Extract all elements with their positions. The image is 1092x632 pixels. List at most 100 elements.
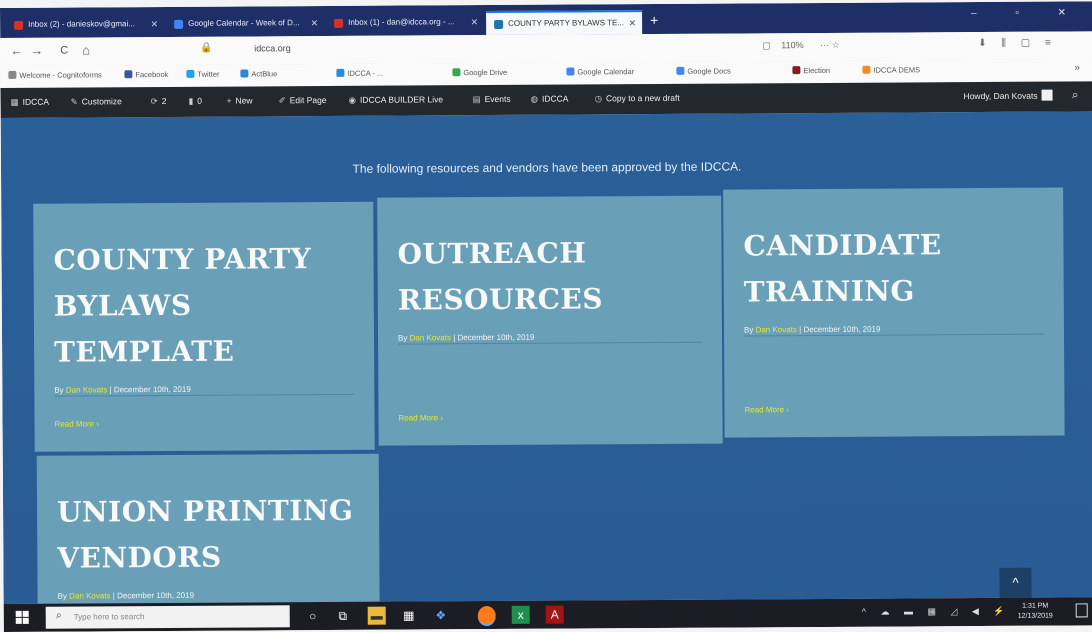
- zoom-level[interactable]: 110%: [781, 40, 803, 50]
- post-date: December 10th, 2019: [457, 332, 535, 343]
- close-tab-icon[interactable]: ✕: [150, 13, 159, 35]
- post-card[interactable]: CANDIDATE TRAINING By Dan Kovats | Decem…: [723, 187, 1065, 438]
- bookmark[interactable]: Election: [792, 66, 830, 75]
- twitter-icon: [186, 69, 195, 78]
- bookmark[interactable]: Facebook: [124, 70, 168, 79]
- close-tab-icon[interactable]: ✕: [470, 11, 479, 33]
- admin-copy-draft-link[interactable]: ◷ Copy to a new draft: [595, 93, 680, 105]
- home-button[interactable]: ⌂: [82, 42, 90, 57]
- admin-events-label: Events: [484, 93, 511, 105]
- builder-icon: ◉: [348, 94, 357, 105]
- acrobat-icon[interactable]: A: [545, 605, 564, 624]
- calendar-icon: [566, 67, 575, 76]
- calculator-icon[interactable]: ▦: [400, 606, 418, 624]
- admin-new-link[interactable]: + New: [227, 95, 253, 105]
- address-bar[interactable]: 🔒 idcca.org: [200, 39, 740, 58]
- meta-separator: |: [112, 591, 115, 601]
- admin-site-link[interactable]: ▦ IDCCA: [11, 97, 50, 108]
- by-label: By: [57, 591, 67, 601]
- system-tray[interactable]: ^ ☁ ▬ ▦ ◿ ◀ ⚡: [862, 606, 1011, 618]
- bookmark[interactable]: Welcome - Cognitoforms: [8, 70, 102, 80]
- page-actions: ▢ 110% ··· ☆: [762, 40, 840, 51]
- reload-button[interactable]: C: [60, 45, 68, 57]
- windows-start-button[interactable]: [15, 610, 30, 625]
- post-title[interactable]: UNION PRINTING VENDORS: [57, 488, 360, 582]
- post-card[interactable]: UNION PRINTING VENDORS By Dan Kovats | D…: [36, 453, 380, 606]
- file-explorer-icon[interactable]: ▬: [367, 606, 386, 625]
- lock-icon: 🔒: [200, 42, 213, 54]
- tab-gmail[interactable]: Inbox (2) - danieskov@gmai... ✕: [6, 13, 164, 38]
- admin-updates-link[interactable]: ⟳ 2: [151, 96, 167, 107]
- copy-icon: ◷: [594, 93, 603, 104]
- bookmark[interactable]: IDCCA DEMS: [862, 65, 920, 75]
- close-tab-icon[interactable]: ✕: [628, 12, 637, 34]
- page-actions-menu[interactable]: ··· ☆: [820, 40, 840, 50]
- by-label: By: [54, 385, 64, 395]
- post-meta: By Dan Kovats | December 10th, 2019: [744, 324, 1044, 335]
- admin-edit-page-link[interactable]: ✐ Edit Page: [279, 95, 327, 106]
- windows-taskbar: ⌕ Type here to search ○ ⧉ ▬ ▦ ❖ x A ^ ☁ …: [3, 597, 1092, 632]
- post-meta: By Dan Kovats | December 10th, 2019: [398, 332, 702, 343]
- screen: Inbox (2) - danieskov@gmai... ✕ Google C…: [0, 1, 1092, 632]
- post-title[interactable]: CANDIDATE TRAINING: [743, 222, 1044, 316]
- taskbar-clock[interactable]: 1:31 PM 12/13/2019: [1018, 602, 1053, 622]
- post-card[interactable]: COUNTY PARTY BYLAWS TEMPLATE By Dan Kova…: [33, 201, 375, 452]
- tab-county-party-bylaws[interactable]: COUNTY PARTY BYLAWS TE... ✕: [486, 10, 643, 36]
- bookmark[interactable]: IDCCA - ...: [336, 69, 383, 78]
- excel-icon[interactable]: x: [511, 605, 530, 624]
- admin-account-menu[interactable]: Howdy, Dan Kovats: [964, 89, 1053, 101]
- forward-button[interactable]: →: [30, 43, 43, 58]
- bookmark-label: Election: [803, 65, 831, 76]
- clock-time: 1:31 PM: [1022, 602, 1049, 610]
- read-more-link[interactable]: Read More ›: [55, 419, 100, 428]
- post-title[interactable]: COUNTY PARTY BYLAWS TEMPLATE: [53, 236, 354, 376]
- post-card[interactable]: OUTREACH RESOURCES By Dan Kovats | Decem…: [377, 195, 723, 446]
- bookmark[interactable]: Google Drive: [452, 68, 507, 77]
- intro-text: The following resources and vendors have…: [352, 159, 742, 176]
- back-button[interactable]: ←: [10, 43, 23, 58]
- post-author-link[interactable]: Dan Kovats: [756, 325, 797, 334]
- docs-icon: [676, 66, 685, 75]
- search-icon[interactable]: ⌕: [1072, 87, 1079, 102]
- notification-icon[interactable]: [1075, 603, 1088, 618]
- read-more-link[interactable]: Read More ›: [744, 405, 789, 414]
- admin-builder-link[interactable]: ◉ IDCCA BUILDER Live: [349, 94, 444, 106]
- bookmark-icon: [792, 66, 801, 75]
- admin-events-link[interactable]: ▤ Events: [473, 94, 511, 105]
- read-more-link[interactable]: Read More ›: [398, 413, 443, 422]
- firefox-icon[interactable]: [477, 605, 496, 627]
- tab-google-calendar[interactable]: Google Calendar - Week of D... ✕: [166, 12, 324, 37]
- reader-view-icon[interactable]: ▢: [762, 40, 771, 50]
- post-title[interactable]: OUTREACH RESOURCES: [397, 230, 702, 324]
- taskbar-search-box[interactable]: ⌕ Type here to search: [45, 605, 290, 629]
- bookmark[interactable]: Google Docs: [676, 66, 731, 76]
- dropbox-icon[interactable]: ❖: [432, 606, 450, 624]
- meta-separator: |: [799, 325, 802, 335]
- back-to-top-button[interactable]: ^: [999, 567, 1032, 598]
- cortana-icon[interactable]: ○: [304, 607, 322, 625]
- bookmarks-overflow-icon[interactable]: »: [1074, 62, 1080, 73]
- bookmark[interactable]: Google Calendar: [566, 67, 634, 76]
- admin-idcca-link[interactable]: ◍ IDCCA: [531, 94, 569, 105]
- bookmark-label: Twitter: [197, 69, 220, 79]
- task-view-icon[interactable]: ⧉: [334, 607, 352, 625]
- post-author-link[interactable]: Dan Kovats: [410, 333, 451, 342]
- bookmark-label: Google Drive: [463, 67, 508, 78]
- post-author-link[interactable]: Dan Kovats: [69, 591, 110, 600]
- tab-inbox[interactable]: Inbox (1) - dan@idcca.org - ... ✕: [326, 11, 484, 36]
- window-controls[interactable]: – ▫ ✕: [971, 7, 1084, 19]
- toolbar-icons[interactable]: ⬇ ⫼ ▢ ≡: [978, 38, 1057, 49]
- new-tab-button[interactable]: +: [650, 12, 658, 28]
- bookmark-icon: [336, 68, 345, 77]
- wordpress-icon: [494, 19, 504, 29]
- bookmark[interactable]: ActBlue: [240, 69, 277, 78]
- admin-customize-link[interactable]: ✎ Customize: [71, 96, 122, 107]
- close-tab-icon[interactable]: ✕: [310, 12, 319, 34]
- admin-comments-link[interactable]: ▮ 0: [189, 96, 202, 107]
- post-author-link[interactable]: Dan Kovats: [66, 385, 107, 394]
- post-meta: By Dan Kovats | December 10th, 2019: [58, 590, 360, 601]
- bookmark[interactable]: Twitter: [186, 69, 220, 79]
- globe-icon: ◍: [530, 93, 539, 104]
- bookmark-label: Facebook: [135, 69, 169, 80]
- bookmark-icon: [862, 65, 871, 74]
